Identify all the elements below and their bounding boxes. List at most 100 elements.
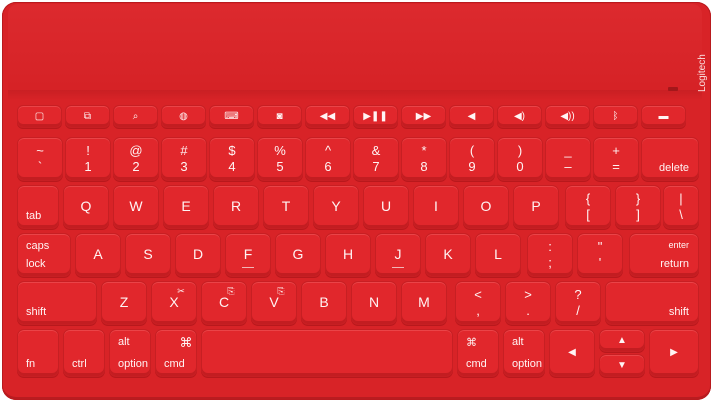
key-q[interactable]: Q	[63, 185, 109, 229]
key-period[interactable]: >.	[505, 281, 551, 325]
key-t[interactable]: T	[263, 185, 309, 229]
return-key[interactable]: enter return	[629, 233, 699, 277]
function-key-bluetooth[interactable]: ᛒ	[593, 105, 638, 128]
key-n[interactable]: N	[351, 281, 397, 325]
key-1[interactable]: ! 1	[65, 137, 111, 181]
key-letter: J	[394, 246, 402, 263]
key-shift-symbol: }	[635, 191, 641, 206]
tab-key[interactable]: tab	[17, 185, 59, 229]
key-s[interactable]: S	[125, 233, 171, 277]
key-right-bracket[interactable]: }]	[615, 185, 661, 229]
key-r[interactable]: R	[213, 185, 259, 229]
key-shift-symbol: %	[274, 143, 286, 158]
function-key-battery[interactable]: ▬	[641, 105, 686, 128]
function-key-volume-down[interactable]: ◀)	[497, 105, 542, 128]
function-key-keyboard[interactable]: ⌨	[209, 105, 254, 128]
key-primary-symbol: 6	[324, 159, 332, 174]
key-8[interactable]: * 8	[401, 137, 447, 181]
fn-key[interactable]: fn	[17, 329, 59, 377]
shift-label: shift	[26, 306, 47, 318]
option-label: option	[512, 358, 542, 370]
function-key-search[interactable]: ⌕	[113, 105, 158, 128]
key-b[interactable]: B	[301, 281, 347, 325]
arrow-left-key[interactable]: ◀	[549, 329, 595, 377]
key-c[interactable]: C ⎘	[201, 281, 247, 325]
key-primary-symbol: 3	[180, 159, 188, 174]
key-=[interactable]: + =	[593, 137, 639, 181]
key-m[interactable]: M	[401, 281, 447, 325]
key-shift-symbol: (	[469, 143, 475, 158]
key-y[interactable]: Y	[313, 185, 359, 229]
ctrl-label: ctrl	[72, 358, 87, 370]
function-key-camera[interactable]: ◙	[257, 105, 302, 128]
key-x[interactable]: X ✂	[151, 281, 197, 325]
key-primary-symbol: /	[576, 303, 580, 318]
key-primary-symbol: 1	[84, 159, 92, 174]
key-–[interactable]: _ –	[545, 137, 591, 181]
left-cmd-key[interactable]: ⌘ cmd	[155, 329, 197, 377]
key-primary-symbol: ;	[548, 255, 552, 270]
key-f[interactable]: F	[225, 233, 271, 277]
arrow-up-key[interactable]: ▲	[599, 329, 645, 352]
key-left-bracket[interactable]: {[	[565, 185, 611, 229]
key-2[interactable]: @2	[113, 137, 159, 181]
delete-key[interactable]: delete	[641, 137, 699, 181]
key-0[interactable]: ) 0	[497, 137, 543, 181]
key-letter: P	[531, 198, 541, 215]
key-letter: Q	[80, 198, 92, 215]
key-l[interactable]: L	[475, 233, 521, 277]
function-key-rewind[interactable]: ◀◀	[305, 105, 350, 128]
function-key-play-pause[interactable]: ▶❚❚	[353, 105, 398, 128]
key-u[interactable]: U	[363, 185, 409, 229]
key-backslash[interactable]: | \	[663, 185, 699, 229]
left-option-key[interactable]: alt option	[109, 329, 151, 377]
key-p[interactable]: P	[513, 185, 559, 229]
key-j[interactable]: J	[375, 233, 421, 277]
arrow-right-key[interactable]: ▶	[649, 329, 699, 377]
key-5[interactable]: % 5	[257, 137, 303, 181]
left-shift-key[interactable]: shift	[17, 281, 97, 325]
key-3[interactable]: #3	[161, 137, 207, 181]
right-cmd-key[interactable]: ⌘ cmd	[457, 329, 499, 377]
key-quote[interactable]: " '	[577, 233, 623, 277]
key-d[interactable]: D	[175, 233, 221, 277]
key-9[interactable]: (9	[449, 137, 495, 181]
key-k[interactable]: K	[425, 233, 471, 277]
key-i[interactable]: I	[413, 185, 459, 229]
function-key-globe[interactable]: ◍	[161, 105, 206, 128]
ctrl-key[interactable]: ctrl	[63, 329, 105, 377]
caps-lock-key[interactable]: caps lock	[17, 233, 71, 277]
key-letter: H	[342, 246, 354, 263]
key-7[interactable]: & 7	[353, 137, 399, 181]
right-option-key[interactable]: alt option	[503, 329, 545, 377]
key-comma[interactable]: <,	[455, 281, 501, 325]
key-letter: B	[319, 294, 329, 311]
function-key-home[interactable]: ▢	[17, 105, 62, 128]
key-a[interactable]: A	[75, 233, 121, 277]
function-key-mute[interactable]: ◀	[449, 105, 494, 128]
key-v[interactable]: V ⎘	[251, 281, 297, 325]
function-key-fast-forward[interactable]: ▶▶	[401, 105, 446, 128]
key-z[interactable]: Z	[101, 281, 147, 325]
key-shift-symbol: )	[517, 143, 523, 158]
function-key-volume-up[interactable]: ◀))	[545, 105, 590, 128]
key-semicolon[interactable]: :;	[527, 233, 573, 277]
key-shift-symbol: <	[474, 287, 482, 302]
key-o[interactable]: O	[463, 185, 509, 229]
key-primary-symbol: 8	[420, 159, 428, 174]
key-e[interactable]: E	[163, 185, 209, 229]
key-h[interactable]: H	[325, 233, 371, 277]
arrow-down-key[interactable]: ▼	[599, 354, 645, 377]
key-w[interactable]: W	[113, 185, 159, 229]
battery-icon: ▬	[658, 110, 669, 122]
function-key-switch-app[interactable]: ⧉	[65, 105, 110, 128]
key-4[interactable]: $4	[209, 137, 255, 181]
key-slash[interactable]: ? /	[555, 281, 601, 325]
key-shift-symbol: !	[86, 143, 90, 158]
key-g[interactable]: G	[275, 233, 321, 277]
key-`[interactable]: ~ `	[17, 137, 63, 181]
space-bar[interactable]	[201, 329, 453, 377]
key-6[interactable]: ^ 6	[305, 137, 351, 181]
right-shift-key[interactable]: shift	[605, 281, 699, 325]
key-primary-symbol: =	[612, 159, 620, 174]
